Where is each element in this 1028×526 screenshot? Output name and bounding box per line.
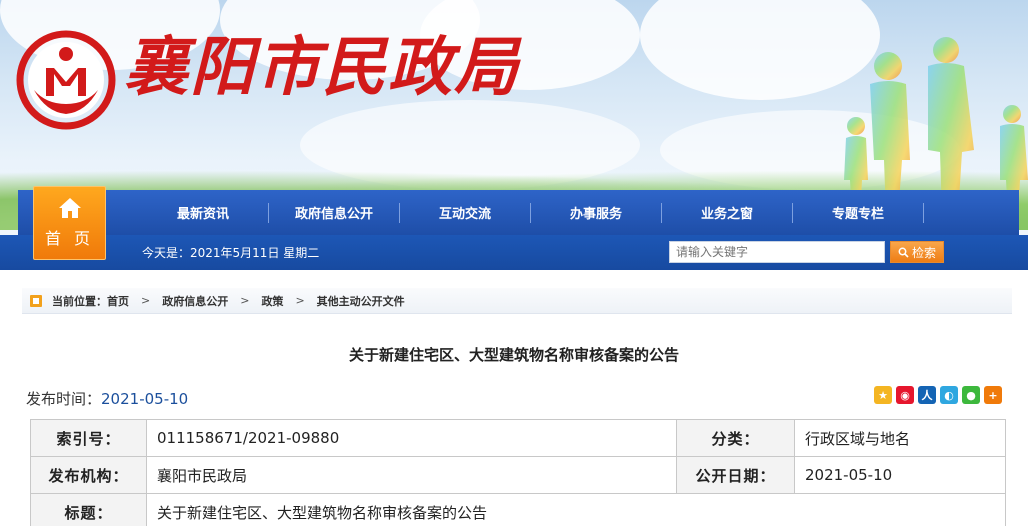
renren-icon[interactable]: 人 [918,386,936,404]
nav-menu: 最新资讯 政府信息公开 互动交流 办事服务 业务之窗 专题专栏 [138,190,924,235]
publish-date-label: 发布时间： [26,390,102,408]
table-row: 索引号： 011158671/2021-09880 分类： 行政区域与地名 [30,419,1006,457]
publish-date: 发布时间：2021-05-10 [26,388,188,409]
search-button-label: 检索 [911,245,936,260]
tqq-icon[interactable]: ◐ [940,386,958,404]
title-label: 标题： [30,493,147,526]
breadcrumb-separator: > [295,294,305,307]
breadcrumb-item-other-files[interactable]: 其他主动公开文件 [317,293,405,309]
search-button[interactable]: 检索 [890,241,944,263]
index-number-value: 011158671/2021-09880 [146,419,677,457]
publisher-value: 襄阳市民政局 [146,456,677,494]
nav-item-gov-info[interactable]: 政府信息公开 [269,190,399,235]
nav-item-news[interactable]: 最新资讯 [138,190,268,235]
nav-item-business[interactable]: 业务之窗 [662,190,792,235]
home-button[interactable]: 首 页 [33,186,106,260]
search-icon [898,247,909,258]
info-table: 索引号： 011158671/2021-09880 分类： 行政区域与地名 发布… [30,419,1006,526]
open-date-label: 公开日期： [676,456,795,494]
breadcrumb: 当前位置： 首页 > 政府信息公开 > 政策 > 其他主动公开文件 [22,288,1012,314]
location-icon [30,294,42,307]
breadcrumb-prefix: 当前位置： [52,294,107,308]
title-value: 关于新建住宅区、大型建筑物名称审核备案的公告 [146,493,1006,526]
today-date: 今天是：2021年5月11日 星期二 [142,246,320,260]
wechat-icon[interactable]: ● [962,386,980,404]
breadcrumb-item-policy[interactable]: 政策 [261,293,283,309]
publisher-label: 发布机构： [30,456,147,494]
breadcrumb-separator: > [141,294,151,307]
breadcrumb-item-home[interactable]: 首页 [107,293,129,309]
home-label: 首 页 [44,229,95,248]
publish-date-value: 2021-05-10 [101,390,189,408]
nav-item-interaction[interactable]: 互动交流 [400,190,530,235]
site-title: 襄阳市民政局 [124,30,520,105]
breadcrumb-item-gov-info[interactable]: 政府信息公开 [162,293,228,309]
qzone-icon[interactable]: ★ [874,386,892,404]
table-row: 发布机构： 襄阳市民政局 公开日期： 2021-05-10 [30,456,1006,494]
breadcrumb-separator: > [240,294,250,307]
nav-item-topics[interactable]: 专题专栏 [793,190,923,235]
category-value: 行政区域与地名 [794,419,1006,457]
home-icon [58,198,81,218]
nav-divider [923,202,924,223]
index-number-label: 索引号： [30,419,147,457]
article-title: 关于新建住宅区、大型建筑物名称审核备案的公告 [348,346,679,364]
share-bar: ★ ◉ 人 ◐ ● + [874,386,1002,404]
table-row: 标题： 关于新建住宅区、大型建筑物名称审核备案的公告 [30,493,1006,526]
more-icon[interactable]: + [984,386,1002,404]
nav-item-services[interactable]: 办事服务 [531,190,661,235]
search-input[interactable] [669,241,885,263]
open-date-value: 2021-05-10 [794,456,1006,494]
weibo-icon[interactable]: ◉ [896,386,914,404]
civil-affairs-logo-icon [16,30,116,130]
category-label: 分类： [676,419,795,457]
